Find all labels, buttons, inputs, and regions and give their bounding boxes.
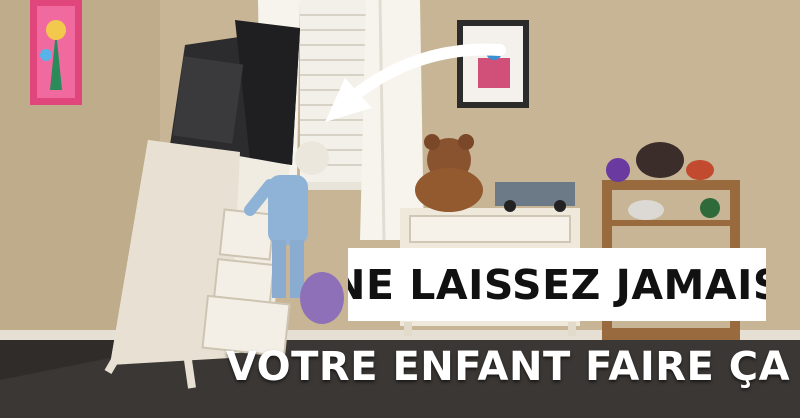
curtain-right [360,0,424,240]
caption-line-1: NE LAISSEZ JAMAIS [348,248,766,321]
toy-plush-purple [300,272,344,324]
wall-art-right [457,20,529,108]
caption-line-2: VOTRE ENFANT FAIRE ÇA [225,344,791,390]
wall-art-left [30,0,82,105]
